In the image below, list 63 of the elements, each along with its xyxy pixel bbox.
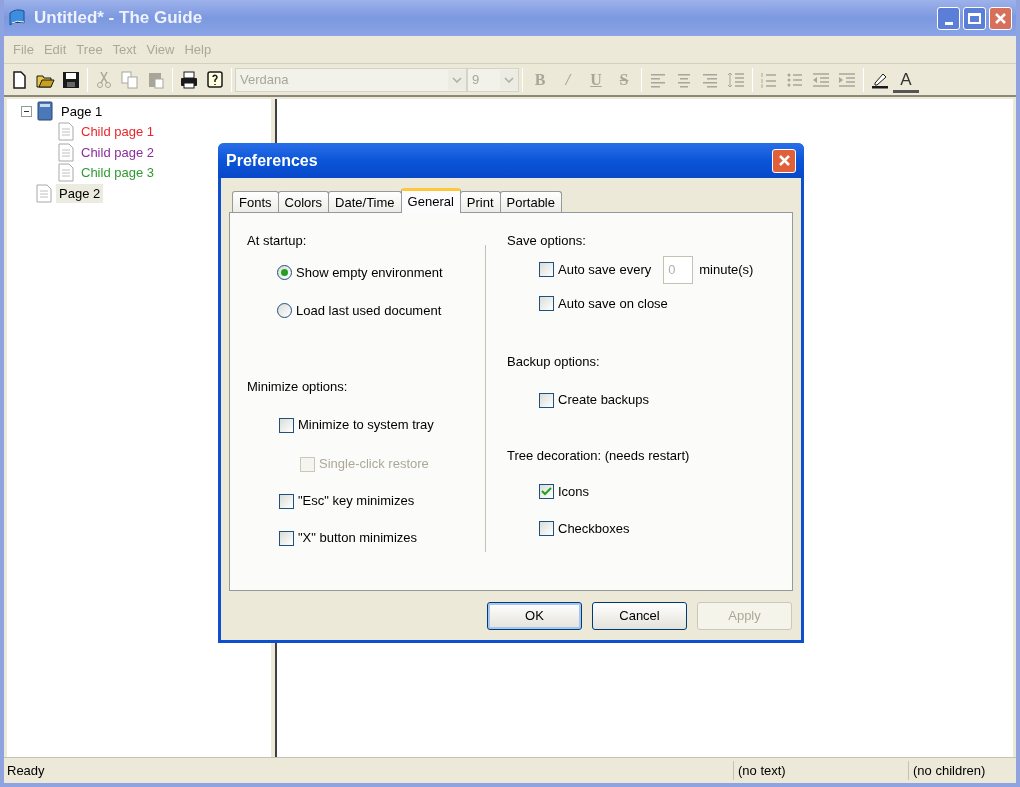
dialog-button[interactable]: OK — [487, 602, 582, 630]
page-title[interactable]: Page 2 — [56, 183, 104, 203]
option-label: "X" button minimizes — [298, 529, 418, 548]
page-title[interactable]: Child page 2 — [78, 142, 157, 162]
radio-button[interactable] — [277, 265, 292, 280]
unit-label: minute(s) — [699, 260, 754, 279]
checkbox[interactable] — [279, 493, 294, 509]
tab[interactable]: Fonts — [232, 191, 279, 213]
option-label: Checkboxes — [558, 519, 630, 538]
option-label: "Esc" key minimizes — [298, 492, 415, 511]
page-title[interactable]: Child page 1 — [78, 122, 157, 142]
option-label: Minimize to system tray — [298, 416, 434, 435]
page-icon — [58, 122, 74, 142]
page-title[interactable]: Page 1 — [58, 101, 106, 121]
page-icon — [36, 183, 52, 203]
checkbox[interactable] — [539, 521, 554, 536]
dropdown-caret-icon — [500, 69, 518, 90]
checkbox[interactable] — [539, 296, 554, 311]
status-text-info: (no text) — [733, 760, 908, 781]
close-icon — [994, 11, 1007, 25]
option-label: Icons — [558, 482, 590, 501]
dropdown-caret-icon — [448, 69, 466, 90]
tab[interactable]: Portable — [499, 191, 562, 213]
tab[interactable]: Date/Time — [328, 191, 402, 213]
dialog-button[interactable]: Cancel — [592, 602, 687, 630]
window-title: Untitled* - The Guide — [34, 7, 203, 30]
close-icon — [777, 154, 791, 167]
option-label: Show empty environment — [296, 263, 443, 282]
group-heading: Minimize options: — [247, 377, 349, 396]
dialog-title: Preferences — [226, 150, 318, 171]
close-button[interactable] — [989, 6, 1012, 30]
option-label: Auto save on close — [558, 294, 668, 313]
tab[interactable]: General — [400, 188, 461, 213]
checkbox[interactable] — [539, 262, 554, 277]
maximize-button[interactable] — [963, 6, 986, 30]
book-icon — [36, 101, 54, 122]
group-heading: Tree decoration: (needs restart) — [507, 447, 691, 465]
option-label: Create backups — [558, 391, 650, 410]
radio-button[interactable] — [277, 303, 292, 318]
checkbox[interactable] — [539, 392, 554, 408]
app-icon — [8, 8, 28, 28]
tab[interactable]: Colors — [277, 191, 330, 213]
page-title[interactable]: Child page 3 — [78, 163, 157, 183]
group-heading: Backup options: — [507, 352, 601, 371]
collapse-toggle-icon[interactable] — [21, 105, 32, 117]
status-children-info: (no children) — [908, 760, 1016, 781]
option-label: Auto save every — [558, 260, 652, 279]
checkbox[interactable] — [539, 484, 554, 499]
page-icon — [58, 163, 74, 183]
group-heading: At startup: — [247, 232, 308, 250]
checkbox[interactable] — [279, 417, 294, 433]
font-color-button[interactable]: A — [893, 66, 919, 93]
close-button[interactable] — [772, 148, 796, 173]
minimize-button[interactable] — [937, 6, 960, 30]
checkmark-icon — [541, 487, 552, 496]
checkbox[interactable] — [279, 530, 294, 546]
tab[interactable]: Print — [459, 191, 501, 213]
page-icon — [58, 142, 74, 162]
option-label: Load last used document — [296, 301, 442, 320]
option-label: Single-click restore — [319, 455, 429, 474]
group-heading: Save options: — [507, 232, 587, 250]
status-message: Ready — [6, 761, 46, 780]
minutes-field[interactable]: 0 — [663, 255, 694, 284]
